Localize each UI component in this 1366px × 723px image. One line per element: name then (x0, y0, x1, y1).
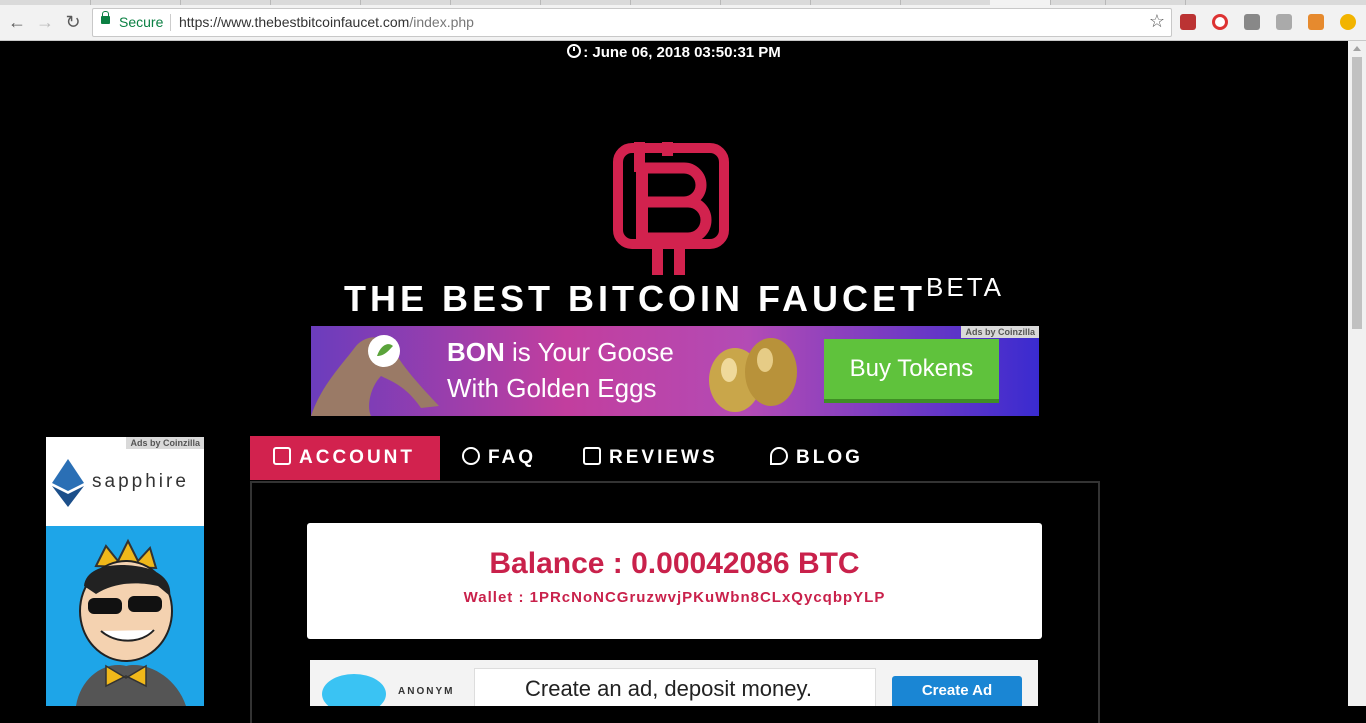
url-domain: https://www.thebestbitcoinfaucet.com (179, 14, 410, 30)
golden-eggs-illustration (709, 338, 797, 412)
tab-account[interactable]: ACCOUNT (250, 436, 440, 480)
side-ads-by-coinzilla-label[interactable]: Ads by Coinzilla (126, 437, 204, 449)
warning-extension-icon[interactable] (1340, 14, 1356, 30)
tab-blog[interactable]: BLOG (770, 436, 863, 480)
banner-line2: With Golden Eggs (447, 373, 657, 403)
tab-account-label: ACCOUNT (299, 447, 415, 468)
ads-by-coinzilla-label[interactable]: Ads by Coinzilla (961, 326, 1039, 338)
page-body: : June 06, 2018 03:50:31 PM THE BEST BIT… (0, 41, 1348, 723)
datetime-display: : June 06, 2018 03:50:31 PM (0, 44, 1348, 61)
ethereum-icon (52, 459, 84, 507)
record-extension-icon[interactable] (1212, 14, 1228, 30)
anonymous-mascot-icon (322, 674, 386, 706)
banner-brand: BON (447, 337, 505, 367)
side-ad-header: sapphire Ads by Coinzilla (46, 437, 204, 526)
goose-illustration (311, 335, 439, 416)
bitcoin-logo-icon (613, 142, 729, 275)
datetime-text: : June 06, 2018 03:50:31 PM (583, 44, 781, 61)
forward-arrow-icon[interactable]: → (34, 11, 56, 33)
balance-text: Balance : 0.00042086 BTC (489, 547, 860, 580)
sapphire-brand: sapphire (92, 471, 189, 492)
address-bar[interactable]: Secure https://www.thebestbitcoinfaucet.… (92, 8, 1172, 37)
site-title: THE BEST BITCOIN FAUCETBETA (0, 272, 1348, 320)
wallet-address: Wallet : 1PRcNoNCGruzwvjPKuWbn8CLxQycqbp… (463, 589, 886, 606)
lock-icon (101, 11, 110, 24)
bookmark-star-icon[interactable]: ☆ (1149, 11, 1165, 32)
banner-text: BON is Your Goose With Golden Eggs (447, 334, 674, 406)
scrollbar-thumb[interactable] (1352, 57, 1362, 329)
url-path: /index.php (409, 14, 474, 30)
edit-icon (583, 447, 601, 465)
create-ad-button[interactable]: Create Ad (892, 676, 1022, 706)
balance-card: Balance : 0.00042086 BTC Wallet : 1PRcNo… (307, 523, 1042, 639)
tab-faq-label: FAQ (488, 447, 537, 468)
profile-extension-icon[interactable] (1276, 14, 1292, 30)
tab-faq[interactable]: FAQ (462, 436, 536, 480)
secure-label: Secure (119, 14, 164, 30)
tab-blog-label: BLOG (796, 447, 863, 468)
reload-icon[interactable]: ↻ (62, 11, 84, 33)
banner-line1: BON is Your Goose (447, 334, 674, 370)
pdf-extension-icon[interactable] (1180, 14, 1196, 30)
incognito-extension-icon[interactable] (1244, 14, 1260, 30)
beta-label: BETA (926, 272, 1004, 302)
buy-tokens-button[interactable]: Buy Tokens (824, 339, 999, 403)
main-tabs: ACCOUNT FAQ REVIEWS BLOG (250, 436, 1098, 480)
ad-message: Create an ad, deposit money. (525, 676, 812, 701)
back-arrow-icon[interactable]: ← (6, 11, 28, 33)
mascot-illustration (76, 538, 186, 706)
site-title-text: THE BEST BITCOIN FAUCET (344, 278, 927, 319)
browser-toolbar: ← → ↻ Secure https://www.thebestbitcoinf… (0, 5, 1366, 41)
scroll-up-arrow-icon[interactable] (1353, 46, 1361, 51)
metamask-fox-icon[interactable] (1308, 14, 1324, 30)
top-ad-banner[interactable]: BON is Your Goose With Golden Eggs Buy T… (311, 326, 1039, 416)
question-circle-icon (462, 447, 480, 465)
banner-line1-rest: is Your Goose (504, 337, 674, 367)
comments-icon (770, 447, 788, 465)
anonymous-ads-brand: ANONYM (398, 686, 455, 697)
page-scrollbar[interactable] (1348, 41, 1366, 706)
bottom-ad-banner[interactable]: ANONYM Create an ad, deposit money. Crea… (310, 660, 1038, 706)
url-text[interactable]: https://www.thebestbitcoinfaucet.com/ind… (179, 14, 474, 30)
side-ad-banner[interactable]: sapphire Ads by Coinzilla (46, 437, 204, 706)
user-card-icon (273, 447, 291, 465)
tab-reviews[interactable]: REVIEWS (583, 436, 718, 480)
tab-reviews-label: REVIEWS (609, 447, 718, 468)
omnibox-divider (170, 14, 171, 31)
clock-icon (567, 44, 582, 58)
